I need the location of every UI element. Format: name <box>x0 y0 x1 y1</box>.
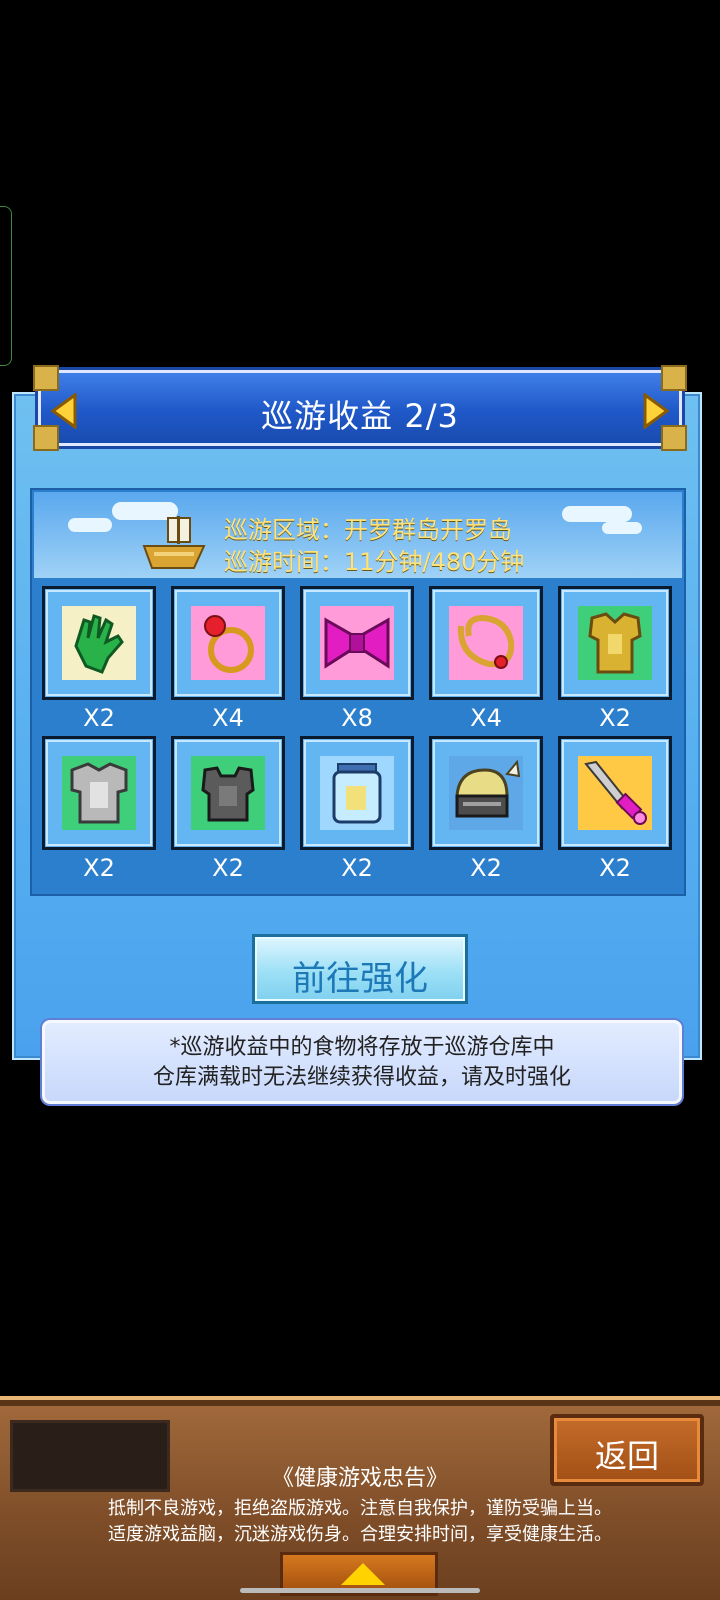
reward-slot[interactable] <box>42 736 156 850</box>
reward-slot[interactable] <box>300 586 414 700</box>
arrow-right-icon <box>643 392 670 430</box>
jar-icon <box>332 763 382 824</box>
reward-slot-bg <box>578 606 652 680</box>
corner-ornament <box>33 365 59 391</box>
reward-item: X4 <box>171 586 285 736</box>
gold-armor-icon <box>588 612 642 674</box>
page-title: 巡游收益 2/3 <box>261 397 459 435</box>
reward-item: X2 <box>300 736 414 886</box>
reward-qty: X2 <box>212 854 244 882</box>
reward-item: X2 <box>558 586 672 736</box>
knight-helmet-icon <box>455 759 521 818</box>
reward-slot-bg <box>449 756 523 830</box>
reward-slot[interactable] <box>300 736 414 850</box>
reward-qty: X2 <box>83 704 115 732</box>
side-tab[interactable] <box>0 206 12 366</box>
next-page-button[interactable] <box>641 392 671 430</box>
reward-slot[interactable] <box>171 586 285 700</box>
cruise-time: 巡游时间：11分钟/480分钟 <box>224 548 525 576</box>
home-indicator[interactable] <box>240 1588 480 1593</box>
ship-icon <box>142 516 206 569</box>
health-advice-line-1: 抵制不良游戏，拒绝盗版游戏。注意自我保护，谨防受骗上当。 <box>108 1498 612 1519</box>
cloud <box>68 518 112 532</box>
gold-necklace-icon <box>457 614 515 669</box>
reward-qty: X8 <box>341 704 373 732</box>
title-bar: 巡游收益 2/3 <box>33 365 687 451</box>
reward-slot-bg <box>578 756 652 830</box>
reward-qty: X2 <box>83 854 115 882</box>
cloud <box>562 506 632 522</box>
go-upgrade-button[interactable]: 前往强化 <box>252 934 468 1004</box>
reward-item: X2 <box>429 736 543 886</box>
health-advice-title: 《健康游戏忠告》 <box>271 1466 448 1491</box>
silver-armor-icon <box>70 762 128 824</box>
reward-slot-bg <box>320 606 394 680</box>
health-advice-line-2: 适度游戏益脑，沉迷游戏伤身。合理安排时间，享受健康生活。 <box>108 1524 612 1545</box>
pink-bow-icon <box>324 617 390 669</box>
reward-slot-bg <box>62 756 136 830</box>
reward-slot[interactable] <box>429 736 543 850</box>
info-note: *巡游收益中的食物将存放于巡游仓库中 仓库满载时无法继续获得收益，请及时强化 <box>42 1020 682 1104</box>
reward-slot-bg <box>191 756 265 830</box>
reward-grid: X2 X4 X8 X4 X2 X2 X2 X2 X2 X2 <box>42 586 678 886</box>
reward-slot[interactable] <box>558 736 672 850</box>
reward-qty: X4 <box>212 704 244 732</box>
reward-item: X2 <box>42 586 156 736</box>
corner-ornament <box>661 365 687 391</box>
reward-slot-bg <box>62 606 136 680</box>
reward-slot-bg <box>320 756 394 830</box>
note-line-2: 仓库满载时无法继续获得收益，请及时强化 <box>152 1065 571 1090</box>
footer-bar: 返回 《健康游戏忠告》 抵制不良游戏，拒绝盗版游戏。注意自我保护，谨防受骗上当。… <box>0 1396 720 1600</box>
ruby-ring-icon <box>204 615 254 673</box>
note-line-1: *巡游收益中的食物将存放于巡游仓库中 <box>169 1035 555 1060</box>
reward-qty: X2 <box>341 854 373 882</box>
green-glove-icon <box>74 614 124 674</box>
reward-slot-bg <box>191 606 265 680</box>
dark-armor-icon <box>201 766 255 822</box>
reward-qty: X2 <box>470 854 502 882</box>
reward-item: X4 <box>429 586 543 736</box>
reward-item: X2 <box>171 736 285 886</box>
reward-slot[interactable] <box>429 586 543 700</box>
go-upgrade-label: 前往强化 <box>292 959 428 999</box>
cruise-banner: 巡游区域：开罗群岛开罗岛 巡游时间：11分钟/480分钟 <box>34 492 682 578</box>
reward-item: X2 <box>42 736 156 886</box>
cloud <box>602 522 642 534</box>
reward-qty: X2 <box>599 854 631 882</box>
cruise-rewards-box: 巡游区域：开罗群岛开罗岛 巡游时间：11分钟/480分钟 X2 X4 X8 X4… <box>30 488 686 896</box>
cruise-area: 巡游区域：开罗群岛开罗岛 <box>224 516 512 544</box>
reward-slot-bg <box>449 606 523 680</box>
arrow-up-icon <box>341 1563 385 1585</box>
reward-slot[interactable] <box>171 736 285 850</box>
reward-slot[interactable] <box>42 586 156 700</box>
reward-qty: X2 <box>599 704 631 732</box>
reward-qty: X4 <box>470 704 502 732</box>
reward-slot[interactable] <box>558 586 672 700</box>
reward-item: X8 <box>300 586 414 736</box>
pink-sword-icon <box>584 760 647 825</box>
reward-item: X2 <box>558 736 672 886</box>
